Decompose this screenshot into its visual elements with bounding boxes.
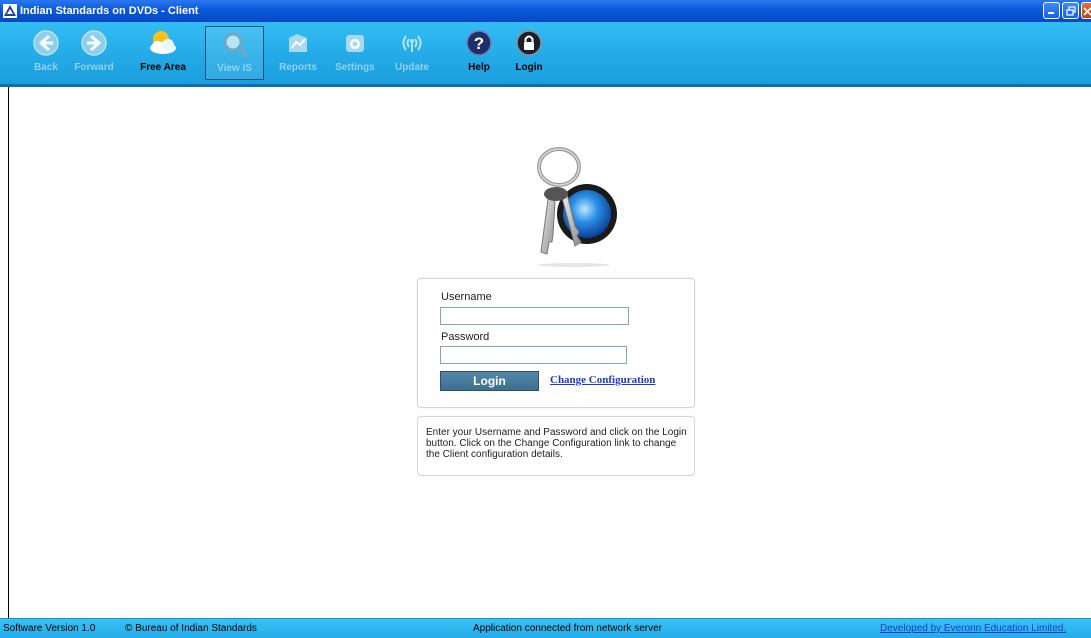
window-title: Indian Standards on DVDs - Client (20, 5, 199, 17)
connection-status: Application connected from network serve… (473, 623, 662, 634)
minimize-button[interactable] (1043, 2, 1060, 19)
free-area-button[interactable]: Free Area (135, 26, 191, 80)
free-area-cloud-icon (146, 27, 180, 59)
magnifier-icon (218, 28, 252, 60)
reports-icon (281, 27, 315, 59)
status-bar: Software Version 1.0 © Bureau of Indian … (0, 618, 1091, 638)
forward-arrow-icon (77, 27, 111, 59)
svg-text:?: ? (474, 34, 484, 53)
settings-icon (338, 27, 372, 59)
login-toolbar-button[interactable]: Login (505, 26, 553, 80)
username-input[interactable] (440, 307, 629, 325)
window-controls (1043, 2, 1091, 19)
login-form-panel: Username Password Login Change Configura… (417, 278, 695, 408)
update-button[interactable]: Update (384, 26, 440, 80)
software-version: Software Version 1.0 (3, 623, 96, 634)
minimize-icon (1048, 12, 1054, 14)
forward-button[interactable]: Forward (66, 26, 122, 80)
reports-button[interactable]: Reports (270, 26, 326, 80)
login-help-text: Enter your Username and Password and cli… (426, 427, 687, 460)
settings-button[interactable]: Settings (327, 26, 383, 80)
developer-link[interactable]: Developed by Everonn Education Limited. (880, 623, 1066, 634)
login-button[interactable]: Login (440, 371, 539, 391)
restore-button[interactable] (1062, 2, 1079, 19)
restore-icon (1065, 5, 1076, 16)
back-arrow-icon (29, 27, 63, 59)
password-input[interactable] (440, 346, 627, 364)
main-toolbar: Back Forward Free Area View IS Reports S… (0, 22, 1091, 87)
help-button[interactable]: ? Help (455, 26, 503, 80)
change-configuration-link[interactable]: Change Configuration (550, 374, 655, 386)
username-label: Username (441, 291, 492, 303)
close-button[interactable] (1081, 2, 1091, 19)
help-panel: Enter your Username and Password and cli… (417, 416, 695, 476)
password-label: Password (441, 331, 490, 343)
lock-icon (512, 27, 546, 59)
view-is-button[interactable]: View IS (205, 26, 264, 80)
title-bar: Indian Standards on DVDs - Client (0, 0, 1091, 22)
update-signal-icon (395, 27, 429, 59)
close-icon (1082, 6, 1091, 16)
app-logo-icon (3, 4, 17, 18)
help-question-icon: ? (462, 27, 496, 59)
login-page: Username Password Login Change Configura… (8, 87, 1091, 618)
keys-icon (519, 142, 623, 267)
copyright-text: © Bureau of Indian Standards (125, 623, 257, 634)
